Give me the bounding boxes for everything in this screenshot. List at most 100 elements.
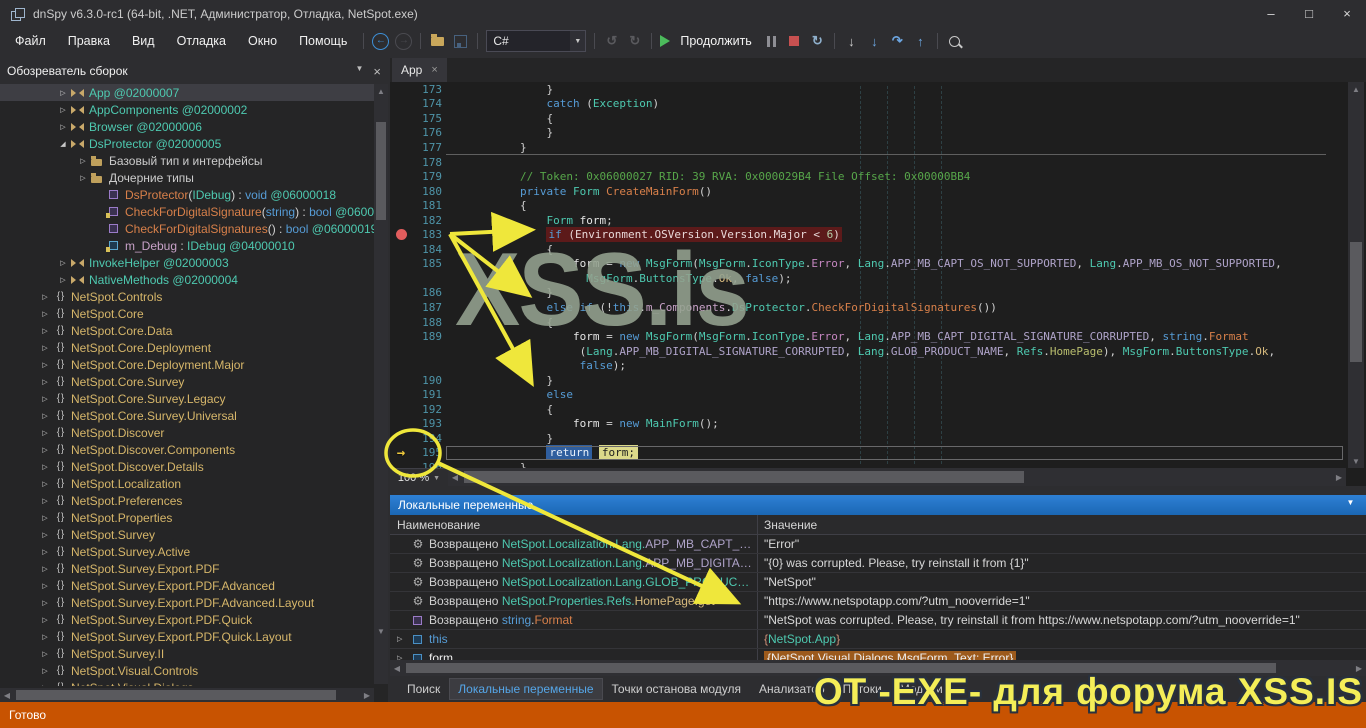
search-icon[interactable]	[943, 30, 966, 52]
tree-item[interactable]: ▷ App @02000007	[0, 84, 374, 101]
tree-item[interactable]: ▷ { } NetSpot.Core	[0, 305, 374, 322]
breakpoint-margin[interactable]	[390, 417, 412, 432]
expander-icon[interactable]: ▷	[38, 667, 52, 675]
editor-horizontal-scrollbar[interactable]: ◀ ▶	[448, 468, 1346, 486]
tree-item[interactable]: ◢ DsProtector @02000005	[0, 135, 374, 152]
menu-Правка[interactable]: Правка	[57, 30, 121, 52]
expander-icon[interactable]: ▷	[38, 633, 52, 641]
breakpoint-icon[interactable]	[395, 229, 407, 241]
menu-Помощь[interactable]: Помощь	[288, 30, 358, 52]
sidebar-vertical-scrollbar[interactable]: ▲ ▼	[374, 84, 388, 684]
scroll-thumb[interactable]	[376, 122, 386, 220]
expander-icon[interactable]: ▷	[38, 650, 52, 658]
tree-item[interactable]: ▷ { } NetSpot.Survey.Active	[0, 543, 374, 560]
chevron-down-icon[interactable]: ▼	[570, 31, 586, 51]
tree-item[interactable]: DsProtector(IDebug) : void @06000018	[0, 186, 374, 203]
breakpoint-margin[interactable]	[390, 300, 412, 315]
locals-row[interactable]: ⚙ Возвращено NetSpot.Localization.Lang.GL…	[390, 573, 1366, 592]
tab-app[interactable]: App ×	[392, 58, 447, 82]
language-combo[interactable]: C# ▼	[486, 30, 587, 52]
expander-icon[interactable]: ▷	[76, 157, 90, 165]
tool-tab-Локальные переменные[interactable]: Локальные переменные	[449, 678, 603, 700]
tree-item[interactable]: ▷ { } NetSpot.Discover.Details	[0, 458, 374, 475]
expander-icon[interactable]: ▷	[76, 174, 90, 182]
tab-close-icon[interactable]: ×	[431, 64, 437, 76]
navigate-forward-icon[interactable]: →	[392, 30, 415, 52]
scroll-left-icon[interactable]: ◀	[390, 661, 404, 675]
assembly-tree[interactable]: ▷ App @02000007 ▷ AppComponents @02000002 ▷ B…	[0, 84, 374, 686]
locals-row[interactable]: Возвращено string.Format "NetSpot was cor…	[390, 611, 1366, 630]
breakpoint-margin[interactable]	[390, 213, 412, 228]
step-into-icon[interactable]: ↓	[863, 30, 886, 52]
locals-row[interactable]: ⚙ Возвращено NetSpot.Localization.Lang.AP…	[390, 535, 1366, 554]
code-line[interactable]: 182 Form form;	[390, 213, 1346, 228]
tool-tab-Точки останова модуля[interactable]: Точки останова модуля	[603, 678, 751, 700]
menu-Файл[interactable]: Файл	[4, 30, 57, 52]
expander-icon[interactable]: ▷	[38, 310, 52, 318]
tree-item[interactable]: ▷ { } NetSpot.Localization	[0, 475, 374, 492]
open-file-icon[interactable]	[426, 30, 449, 52]
expander-icon[interactable]: ▷	[38, 616, 52, 624]
step-out-icon[interactable]: ↑	[909, 30, 932, 52]
scroll-thumb[interactable]	[16, 690, 336, 700]
code-line[interactable]: 175 {	[390, 111, 1346, 126]
tree-item[interactable]: ▷ { } NetSpot.Core.Survey	[0, 373, 374, 390]
scroll-down-icon[interactable]: ▼	[374, 624, 388, 638]
sidebar-horizontal-scrollbar[interactable]: ◀ ▶	[0, 688, 374, 702]
expander-icon[interactable]: ▷	[56, 89, 70, 97]
locals-name-cell[interactable]: ▷ this	[390, 632, 757, 646]
save-all-icon[interactable]	[449, 30, 472, 52]
tree-item[interactable]: ▷ { } NetSpot.Core.Deployment	[0, 339, 374, 356]
panel-splitter[interactable]	[390, 486, 1366, 495]
tree-item[interactable]: ▷ { } NetSpot.Core.Survey.Legacy	[0, 390, 374, 407]
code-line[interactable]: 174 catch (Exception)	[390, 97, 1346, 112]
locals-name-cell[interactable]: ⚙ Возвращено NetSpot.Localization.Lang.AP…	[390, 537, 757, 551]
tree-item[interactable]: ▷ NativeMethods @02000004	[0, 271, 374, 288]
panel-caret-icon[interactable]: ▼	[355, 64, 363, 79]
expander-icon[interactable]: ▷	[38, 446, 52, 454]
expander-icon[interactable]: ▷	[38, 531, 52, 539]
tree-item[interactable]: ▷ { } NetSpot.Survey	[0, 526, 374, 543]
tree-item[interactable]: ▷ { } NetSpot.Visual.Controls	[0, 662, 374, 679]
breakpoint-margin[interactable]	[390, 242, 412, 257]
menu-Вид[interactable]: Вид	[121, 30, 166, 52]
breakpoint-margin[interactable]	[390, 126, 412, 141]
expander-icon[interactable]: ▷	[56, 259, 70, 267]
expander-icon[interactable]: ▷	[38, 514, 52, 522]
locals-panel-titlebar[interactable]: Локальные переменные ▼ ×	[390, 495, 1366, 515]
code-line[interactable]: 179 // Token: 0x06000027 RID: 39 RVA: 0x…	[390, 169, 1346, 184]
expander-icon[interactable]: ▷	[397, 635, 410, 643]
menu-Окно[interactable]: Окно	[237, 30, 288, 52]
breakpoint-margin[interactable]	[390, 286, 412, 301]
locals-name-cell[interactable]: ⚙ Возвращено NetSpot.Localization.Lang.AP…	[390, 556, 757, 570]
tree-item[interactable]: ▷ { } NetSpot.Survey.Export.PDF.Advanced.L…	[0, 594, 374, 611]
code-line[interactable]: 196 }	[390, 460, 1346, 468]
scroll-right-icon[interactable]: ▶	[360, 688, 374, 702]
expander-icon[interactable]: ▷	[38, 344, 52, 352]
breakpoint-margin[interactable]	[390, 169, 412, 184]
breakpoint-margin[interactable]	[390, 140, 412, 155]
scroll-left-icon[interactable]: ◀	[448, 470, 462, 484]
expander-icon[interactable]: ▷	[38, 293, 52, 301]
scroll-thumb[interactable]	[1350, 242, 1362, 362]
show-next-statement-icon[interactable]: ↓	[840, 30, 863, 52]
scroll-right-icon[interactable]: ▶	[1332, 470, 1346, 484]
editor-zoom-control[interactable]: 100 % ▼	[390, 468, 448, 487]
expander-icon[interactable]: ▷	[56, 123, 70, 131]
code-line[interactable]: 176 }	[390, 126, 1346, 141]
tree-item[interactable]: ▷ { } NetSpot.Properties	[0, 509, 374, 526]
locals-row[interactable]: ⚙ Возвращено NetSpot.Properties.Refs.Home…	[390, 592, 1366, 611]
navigate-back-icon[interactable]: ←	[369, 30, 392, 52]
pause-icon[interactable]	[760, 30, 783, 52]
locals-value-cell[interactable]: "NetSpot was corrupted. Please, try rein…	[757, 611, 1366, 629]
expander-icon[interactable]: ▷	[38, 548, 52, 556]
scroll-down-icon[interactable]: ▼	[1349, 454, 1363, 468]
breakpoint-margin[interactable]	[390, 257, 412, 272]
continue-play-icon[interactable]	[657, 30, 680, 52]
locals-name-cell[interactable]: Возвращено string.Format	[390, 613, 757, 627]
expander-icon[interactable]: ▷	[38, 497, 52, 505]
locals-value-cell[interactable]: "{0} was corrupted. Please, try reinstal…	[757, 554, 1366, 572]
restart-icon[interactable]: ↻	[806, 30, 829, 52]
breakpoint-margin[interactable]	[390, 184, 412, 199]
expander-icon[interactable]: ▷	[56, 106, 70, 114]
